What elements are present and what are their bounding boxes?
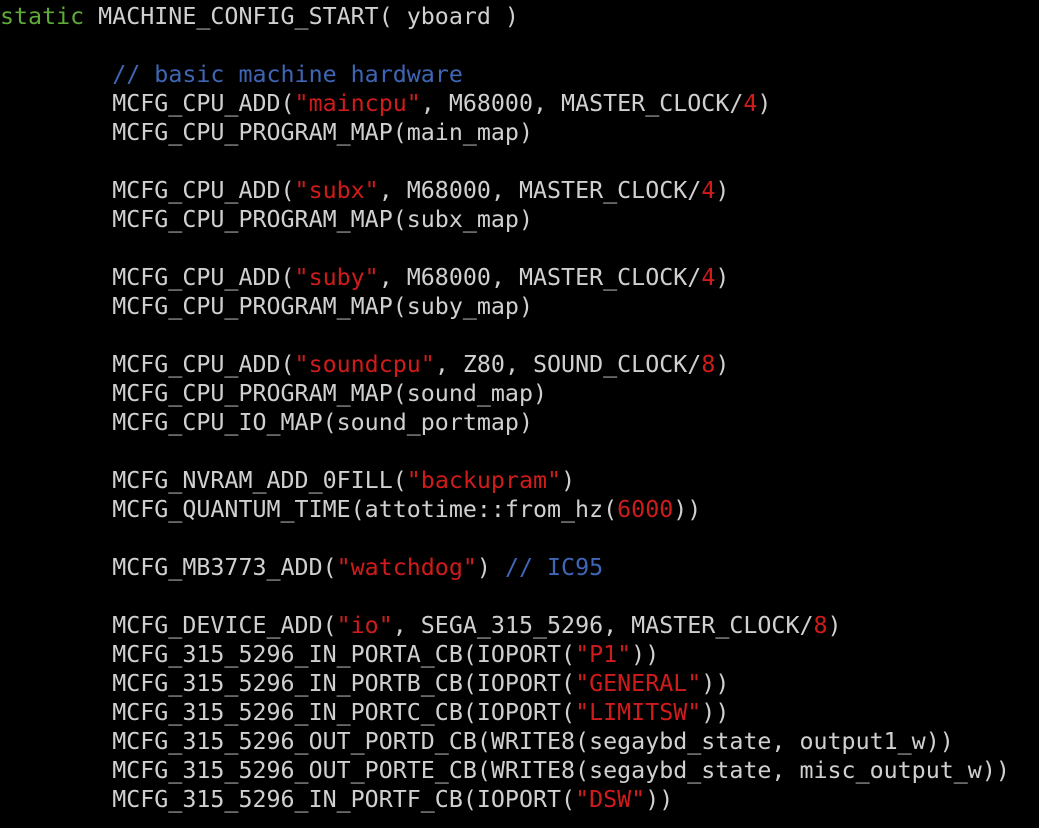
code-line: MCFG_315_5296_IN_PORTC_CB(IOPORT("LIMITS… — [0, 698, 729, 727]
code-text: )) — [701, 670, 730, 697]
code-text: )) — [631, 641, 660, 668]
code-text: MCFG_CPU_PROGRAM_MAP(main_map) — [0, 119, 533, 146]
code-line: MCFG_MB3773_ADD("watchdog") // IC95 — [0, 553, 603, 582]
code-line: MCFG_315_5296_IN_PORTB_CB(IOPORT("GENERA… — [0, 669, 729, 698]
code-text: MCFG_315_5296_IN_PORTF_CB(IOPORT( — [0, 786, 576, 813]
code-text: MCFG_CPU_PROGRAM_MAP(subx_map) — [0, 206, 533, 233]
code-text: )) — [673, 496, 702, 523]
string-literal: "GENERAL" — [575, 670, 702, 697]
code-line: MCFG_CPU_IO_MAP(sound_portmap) — [0, 408, 533, 437]
code-line: MCFG_315_5296_IN_PORTF_CB(IOPORT("DSW")) — [0, 785, 673, 814]
code-text: MCFG_315_5296_IN_PORTA_CB(IOPORT( — [0, 641, 576, 668]
code-text: , M68000, MASTER_CLOCK/ — [378, 264, 702, 291]
code-line: MCFG_CPU_PROGRAM_MAP(subx_map) — [0, 205, 533, 234]
code-text: MCFG_CPU_PROGRAM_MAP(suby_map) — [0, 293, 533, 320]
code-line: MCFG_CPU_PROGRAM_MAP(suby_map) — [0, 292, 533, 321]
string-literal: "backupram" — [406, 467, 562, 494]
code-text: MCFG_CPU_IO_MAP(sound_portmap) — [0, 409, 533, 436]
code-text: MCFG_315_5296_IN_PORTC_CB(IOPORT( — [0, 699, 576, 726]
code-text: MCFG_CPU_PROGRAM_MAP(sound_map) — [0, 380, 548, 407]
code-line: MCFG_DEVICE_ADD("io", SEGA_315_5296, MAS… — [0, 611, 842, 640]
code-line: MCFG_315_5296_OUT_PORTE_CB(WRITE8(segayb… — [0, 756, 1010, 785]
code-text: MCFG_315_5296_IN_PORTB_CB(IOPORT( — [0, 670, 576, 697]
code-line: MCFG_CPU_ADD("soundcpu", Z80, SOUND_CLOC… — [0, 350, 729, 379]
code-line: // basic machine hardware — [0, 60, 463, 89]
number-literal: 8 — [813, 612, 828, 639]
code-text: , M68000, MASTER_CLOCK/ — [420, 90, 744, 117]
number-literal: 6000 — [617, 496, 674, 523]
code-text: )) — [701, 699, 730, 726]
code-editor[interactable]: static MACHINE_CONFIG_START( yboard ) //… — [0, 0, 1039, 828]
number-literal: 8 — [701, 351, 716, 378]
string-literal: "DSW" — [575, 786, 646, 813]
code-text: MCFG_CPU_ADD( — [0, 90, 295, 117]
code-line: MCFG_NVRAM_ADD_0FILL("backupram") — [0, 466, 575, 495]
string-literal: "soundcpu" — [294, 351, 435, 378]
number-literal: 4 — [701, 264, 716, 291]
code-text: , SEGA_315_5296, MASTER_CLOCK/ — [392, 612, 814, 639]
code-line: MCFG_315_5296_OUT_PORTD_CB(WRITE8(segayb… — [0, 727, 954, 756]
code-line: MCFG_CPU_ADD("subx", M68000, MASTER_CLOC… — [0, 176, 729, 205]
code-text: MCFG_315_5296_OUT_PORTE_CB(WRITE8(segayb… — [0, 757, 1010, 784]
keyword-token: static — [0, 3, 85, 30]
code-text: MCFG_315_5296_OUT_PORTD_CB(WRITE8(segayb… — [0, 728, 954, 755]
string-literal: "P1" — [575, 641, 632, 668]
code-line: static MACHINE_CONFIG_START( yboard ) — [0, 2, 519, 31]
code-line: MCFG_315_5296_IN_PORTA_CB(IOPORT("P1")) — [0, 640, 659, 669]
code-line: MCFG_CPU_PROGRAM_MAP(sound_map) — [0, 379, 547, 408]
code-text: MCFG_CPU_ADD( — [0, 177, 295, 204]
string-literal: "watchdog" — [336, 554, 477, 581]
code-text: MCFG_CPU_ADD( — [0, 264, 295, 291]
code-line: MCFG_CPU_ADD("maincpu", M68000, MASTER_C… — [0, 89, 771, 118]
code-text: MCFG_NVRAM_ADD_0FILL( — [0, 467, 407, 494]
code-text: ) — [757, 90, 772, 117]
number-literal: 4 — [743, 90, 758, 117]
comment-token: // IC95 — [504, 554, 604, 581]
code-line: MCFG_CPU_ADD("suby", M68000, MASTER_CLOC… — [0, 263, 729, 292]
code-text: ) — [476, 554, 505, 581]
code-text: ) — [561, 467, 576, 494]
string-literal: "suby" — [294, 264, 379, 291]
string-literal: "io" — [336, 612, 393, 639]
code-line: MCFG_QUANTUM_TIME(attotime::from_hz(6000… — [0, 495, 701, 524]
code-text: MCFG_MB3773_ADD( — [0, 554, 337, 581]
code-text: MACHINE_CONFIG_START( yboard ) — [84, 3, 519, 30]
code-text: , M68000, MASTER_CLOCK/ — [378, 177, 702, 204]
code-text: MCFG_QUANTUM_TIME(attotime::from_hz( — [0, 496, 618, 523]
code-text: )) — [645, 786, 674, 813]
code-text: ) — [715, 177, 730, 204]
code-line: MCFG_CPU_PROGRAM_MAP(main_map) — [0, 118, 533, 147]
string-literal: "LIMITSW" — [575, 699, 702, 726]
string-literal: "maincpu" — [294, 90, 421, 117]
code-text: ) — [715, 264, 730, 291]
comment-token: // basic machine hardware — [112, 61, 463, 88]
code-text: , Z80, SOUND_CLOCK/ — [434, 351, 702, 378]
code-text: MCFG_CPU_ADD( — [0, 351, 295, 378]
code-text: ) — [827, 612, 842, 639]
code-text: MCFG_DEVICE_ADD( — [0, 612, 337, 639]
number-literal: 4 — [701, 177, 716, 204]
code-text: ) — [715, 351, 730, 378]
string-literal: "subx" — [294, 177, 379, 204]
